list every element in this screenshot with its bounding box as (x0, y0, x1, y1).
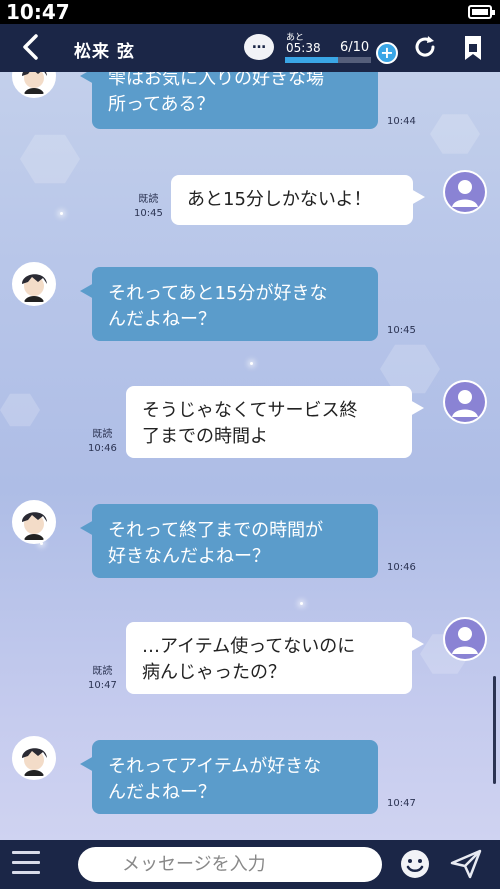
message-text: そうじゃなくてサービス終 (142, 400, 358, 421)
avatar[interactable] (12, 72, 56, 98)
chat-area[interactable]: 雫はお気に入りの好きな場 所ってある？ 10:44 既読 10:45 あと15分し… (0, 72, 500, 840)
chevron-left-icon[interactable] (20, 30, 42, 72)
message-text: それってアイテムが好きな (108, 756, 322, 777)
message-bubble: それって終了までの時間が 好きなんだよねー？ (80, 504, 378, 578)
message-bubble: あと15分しかないよ！ (171, 175, 425, 225)
read-receipt: 既読 10:45 (134, 194, 163, 219)
bookmark-icon[interactable] (462, 34, 484, 62)
page-title: 松来 弦 (74, 42, 135, 62)
message-text: それってあと15分が好きな (108, 283, 328, 304)
message-count: 6/10 (340, 40, 370, 55)
remaining-progress-bar (285, 57, 371, 63)
message-text: あと15分しかないよ！ (187, 189, 372, 210)
message-bubble: 雫はお気に入りの好きな場 所ってある？ (80, 72, 378, 129)
message-time: 10:45 (387, 325, 416, 336)
message-text: 所ってある？ (108, 94, 215, 115)
message-time: 10:46 (387, 562, 416, 573)
message-time: 10:44 (387, 116, 416, 127)
smile-icon[interactable] (399, 848, 431, 880)
remaining-timer: … あと 05:38 6/10 + (242, 28, 402, 68)
message-text: んだよねー？ (108, 782, 216, 803)
message-bubble: そうじゃなくてサービス終 了までの時間よ (126, 386, 424, 458)
message-time: 10:47 (387, 798, 416, 809)
refresh-icon[interactable] (412, 34, 438, 60)
message-text: 好きなんだよねー？ (108, 546, 270, 567)
avatar[interactable] (12, 736, 56, 780)
chat-dots-icon[interactable]: … (244, 34, 274, 60)
chat-header: 松来 弦 … あと 05:38 6/10 + (0, 24, 500, 72)
status-bar: 10:47 (0, 0, 500, 24)
send-icon[interactable] (450, 849, 482, 879)
avatar[interactable] (12, 500, 56, 544)
message-text: んだよねー？ (108, 309, 216, 330)
scrollbar[interactable] (493, 676, 496, 784)
read-receipt: 既読 10:46 (88, 429, 117, 454)
avatar[interactable] (443, 617, 487, 661)
message-text: それって終了までの時間が (108, 520, 324, 541)
message-input[interactable] (78, 847, 382, 882)
message-bubble: それってあと15分が好きな んだよねー？ (80, 267, 378, 341)
avatar[interactable] (12, 262, 56, 306)
message-footer (0, 840, 500, 889)
avatar[interactable] (443, 380, 487, 424)
message-bubble: …アイテム使ってないのに 病んじゃったの？ (126, 622, 424, 694)
message-bubble: それってアイテムが好きな んだよねー？ (80, 740, 378, 814)
battery-icon (468, 5, 495, 19)
status-time: 10:47 (6, 0, 70, 24)
message-text: 病んじゃったの？ (142, 662, 286, 683)
message-text: 雫はお気に入りの好きな場 (108, 72, 324, 89)
avatar[interactable] (443, 170, 487, 214)
message-text: 了までの時間よ (142, 426, 268, 447)
message-text: …アイテム使ってないのに (142, 636, 356, 657)
read-receipt: 既読 10:47 (88, 666, 117, 691)
add-item-button[interactable]: + (376, 42, 398, 64)
remaining-time: 05:38 (286, 41, 321, 55)
menu-icon[interactable] (12, 851, 40, 877)
